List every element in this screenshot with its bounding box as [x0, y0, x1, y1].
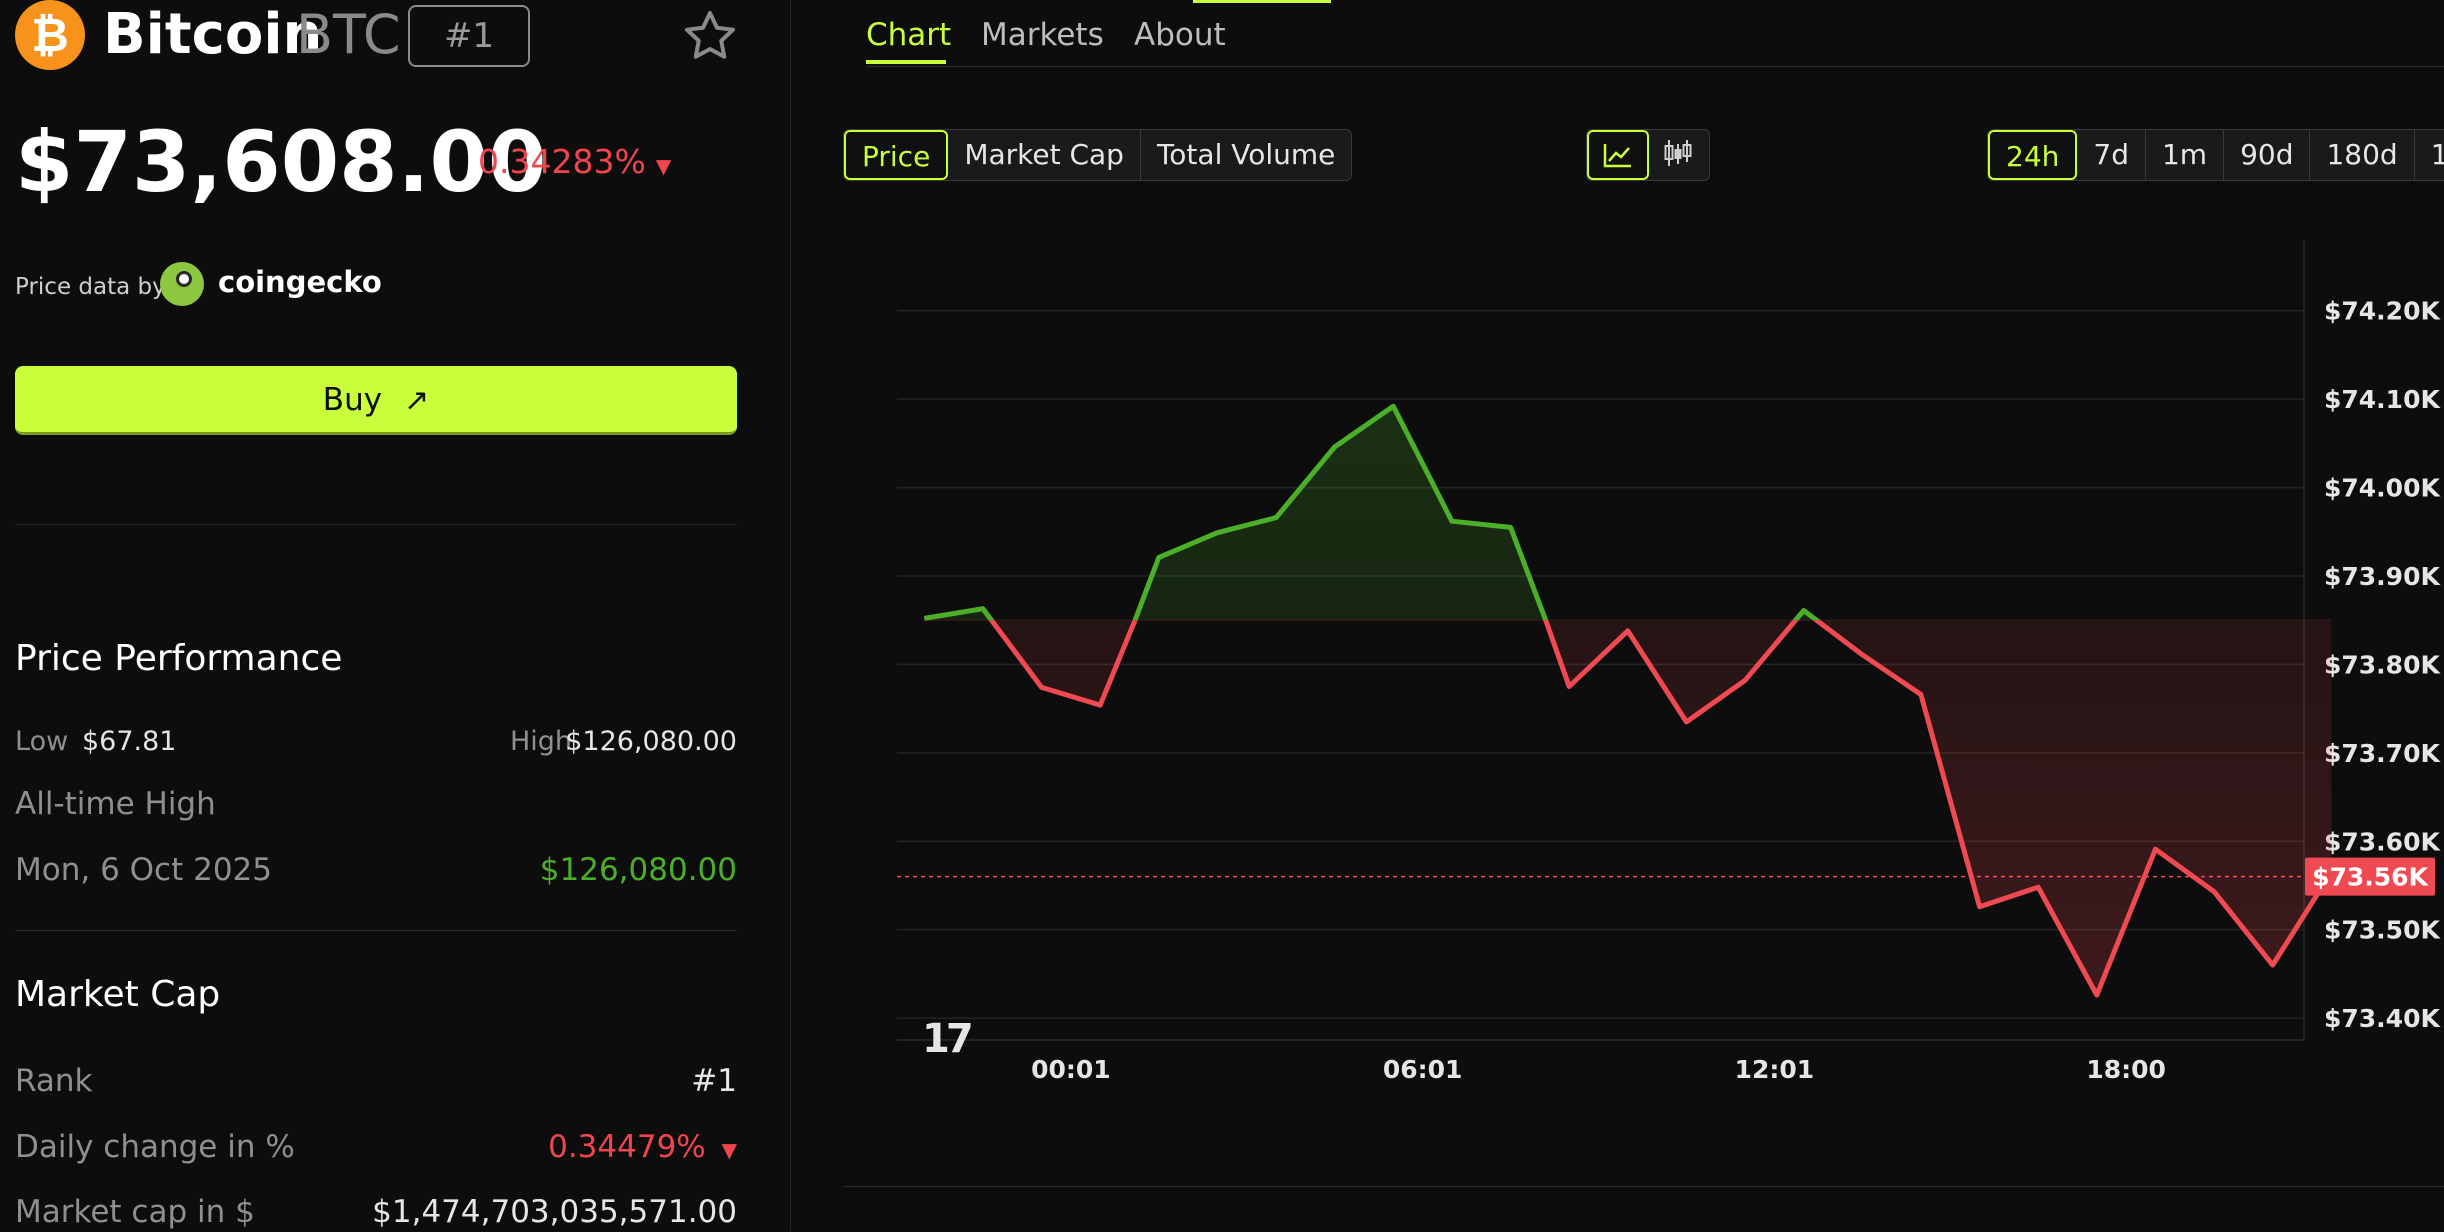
y-tick-label: $74.20K: [2324, 297, 2441, 326]
ath-value: $126,080.00: [539, 852, 737, 888]
high-value: $126,080.00: [565, 726, 737, 757]
price-data-label: Price data by: [15, 274, 166, 300]
y-tick-label: $73.60K: [2324, 827, 2441, 856]
coin-summary-panel: ₿ Bitcoin BTC #1 $73,608.00 0.34283% ▼ Pr…: [0, 0, 791, 1231]
line-chart-icon: [1603, 144, 1631, 168]
candlestick-icon: [1664, 140, 1692, 166]
range-1y-button[interactable]: 1y: [2415, 130, 2444, 180]
coin-symbol: BTC: [296, 3, 401, 66]
arrow-up-right-icon: ↗: [404, 383, 430, 418]
active-tab-indicator: [866, 60, 946, 64]
daily-change-number: 0.34479%: [548, 1129, 706, 1165]
rank-label: Rank: [15, 1063, 93, 1099]
metric-total-volume-button[interactable]: Total Volume: [1141, 130, 1351, 180]
range-90d-button[interactable]: 90d: [2224, 130, 2311, 180]
x-tick-label: 06:01: [1383, 1055, 1463, 1084]
price-change: 0.34283% ▼: [478, 140, 671, 188]
range-7d-button[interactable]: 7d: [2077, 130, 2146, 180]
y-tick-label: $74.00K: [2324, 474, 2441, 503]
tab-chart[interactable]: Chart: [866, 14, 951, 56]
chart-bottom-divider: [843, 1186, 2444, 1187]
bitcoin-logo-icon: ₿: [15, 0, 85, 70]
y-tick-label: $74.10K: [2324, 385, 2441, 414]
metric-market-cap-button[interactable]: Market Cap: [948, 130, 1141, 180]
rank-badge: #1: [408, 5, 530, 67]
low-label: Low: [15, 726, 69, 757]
y-tick-label: $73.70K: [2324, 739, 2441, 768]
down-arrow-icon: ▼: [655, 154, 672, 178]
high-label: High: [509, 726, 572, 757]
divider: [15, 524, 737, 525]
market-cap-heading: Market Cap: [15, 974, 221, 1015]
coingecko-logo-eye: [176, 271, 192, 287]
top-accent-bar: [1193, 0, 1331, 3]
low-value: $67.81: [82, 726, 177, 757]
metric-toggle: Price Market Cap Total Volume: [843, 129, 1353, 181]
price-chart[interactable]: $74.20K $74.10K $74.00K $73.90K $73.80K $73.7…: [840, 240, 2444, 1120]
metric-price-button[interactable]: Price: [844, 130, 949, 180]
buy-button[interactable]: Buy ↗: [15, 366, 737, 435]
current-price: $73,608.00: [15, 113, 547, 211]
coin-name: Bitcoin: [103, 2, 323, 67]
down-arrow-icon: ▼: [721, 1138, 737, 1162]
y-tick-label: $73.50K: [2324, 916, 2441, 945]
x-tick-label: 12:01: [1735, 1055, 1815, 1084]
ath-date: Mon, 6 Oct 2025: [15, 852, 272, 888]
daily-change-value: 0.34479% ▼: [548, 1127, 737, 1170]
price-performance-heading: Price Performance: [15, 638, 343, 679]
tab-about[interactable]: About: [1134, 14, 1226, 56]
tradingview-logo-icon: 17: [922, 1016, 974, 1062]
price-change-value: 0.34283%: [478, 142, 646, 181]
chart-style-toggle: [1586, 129, 1710, 181]
range-toggle: 24h 7d 1m 90d 180d 1y: [1987, 129, 2444, 181]
y-tick-label: $73.80K: [2324, 650, 2441, 679]
y-tick-label: $73.40K: [2324, 1004, 2441, 1033]
range-180d-button[interactable]: 180d: [2310, 130, 2415, 180]
range-24h-button[interactable]: 24h: [1988, 130, 2078, 180]
tabs-divider: [866, 66, 2444, 67]
candlestick-button[interactable]: [1649, 130, 1709, 180]
x-tick-label: 00:01: [1031, 1055, 1111, 1084]
line-chart-button[interactable]: [1587, 130, 1649, 180]
range-1m-button[interactable]: 1m: [2146, 130, 2225, 180]
divider: [15, 930, 737, 931]
ath-label: All-time High: [15, 786, 216, 822]
rank-value: #1: [691, 1063, 737, 1099]
y-tick-label: $73.90K: [2324, 562, 2441, 591]
buy-button-label: Buy: [322, 382, 383, 418]
coingecko-name[interactable]: coingecko: [218, 264, 382, 300]
x-tick-label: 18:00: [2086, 1055, 2166, 1084]
market-cap-label: Market cap in $: [15, 1194, 255, 1230]
below-baseline-fill: [924, 620, 2332, 996]
daily-change-label: Daily change in %: [15, 1129, 295, 1165]
market-cap-value: $1,474,703,035,571.00: [372, 1194, 737, 1230]
current-price-tag-label: $73.56K: [2312, 863, 2429, 892]
tab-markets[interactable]: Markets: [981, 14, 1104, 56]
star-icon[interactable]: [680, 6, 740, 66]
